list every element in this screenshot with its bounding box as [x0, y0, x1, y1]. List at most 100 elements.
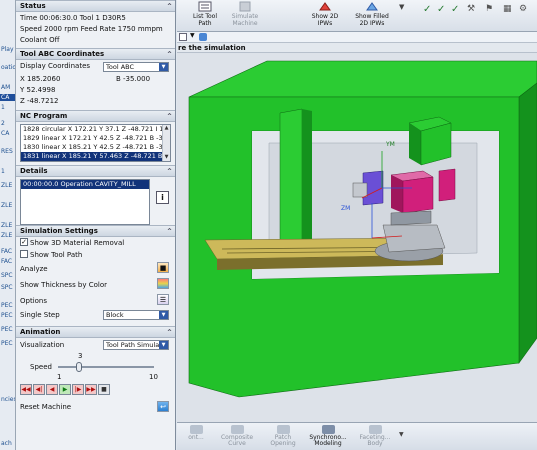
analyze-icon[interactable]: ■	[157, 262, 169, 273]
dropdown-icon[interactable]: ▼	[190, 32, 195, 39]
speed-slider-thumb[interactable]	[76, 362, 83, 372]
navigator-item[interactable]: 1	[1, 168, 5, 175]
navigator-item[interactable]: RES	[1, 148, 13, 155]
nc-program-line[interactable]: 1830 linear X 185.21 Y 42.5 Z -48.721 B …	[21, 143, 170, 152]
tool-abc-section-header[interactable]: Tool ABC Coordinates ^	[16, 48, 175, 60]
graphics-viewport[interactable]: YM ZM	[177, 53, 537, 422]
single-step-select[interactable]: Block ▼	[103, 310, 169, 320]
bottom-toolbar: ont... Composite Curve Patch Opening Syn…	[177, 422, 537, 450]
bottom-more-icon[interactable]: ▼	[399, 431, 404, 438]
navigator-item[interactable]: SPC	[1, 284, 13, 291]
navigator-item[interactable]: oatio	[1, 64, 15, 71]
scroll-up-icon[interactable]: ▲	[163, 125, 170, 132]
verify-icon[interactable]: ✓	[437, 4, 445, 15]
stop-button[interactable]: ■	[98, 384, 110, 395]
nc-program-line[interactable]: 1829 linear X 172.21 Y 42.5 Z -48.721 B …	[21, 134, 170, 143]
flag-icon[interactable]: ⚑	[485, 4, 493, 14]
chevron-down-icon: ▼	[159, 311, 168, 319]
bottom-item-4[interactable]: Faceting... Body	[353, 423, 397, 450]
skip-to-start-button[interactable]: ◀◀	[20, 384, 32, 395]
nc-program-section-header[interactable]: NC Program ^	[16, 110, 175, 122]
collapse-icon: ^	[166, 3, 172, 10]
navigator-item[interactable]: ZLE	[1, 232, 12, 239]
navigator-item[interactable]: ZLE	[1, 202, 12, 209]
list-tool-path-button[interactable]: List Tool Path	[189, 0, 221, 32]
navigator-item[interactable]: CA	[1, 130, 9, 137]
details-list[interactable]: 00:00:00.0 Operation CAVITY_MILL	[20, 179, 150, 225]
speed-track[interactable]	[58, 366, 154, 368]
collapse-icon: ^	[166, 228, 172, 235]
navigator-item[interactable]: ncies	[1, 396, 15, 403]
display-coordinates-select[interactable]: Tool ABC ▼	[103, 62, 169, 72]
navigator-strip: Play oatio AM CA 1 2 CA RES 1 ZLE ZLE ZLE ZLE FAC FAC S…	[0, 0, 16, 450]
bottom-item-0[interactable]: ont...	[181, 423, 211, 450]
visualization-select[interactable]: Tool Path Simulatio ▼	[103, 340, 169, 350]
speed-label: Speed	[30, 363, 52, 371]
ribbon-icon-group: ✓ ✓ ✓ ⚒ ⚑ ▦ ⚙	[419, 0, 537, 20]
nc-scrollbar[interactable]: ▲ ▼	[162, 125, 170, 161]
show-3d-label: Show 3D Material Removal	[30, 239, 125, 247]
show-3d-row[interactable]: ✓ Show 3D Material Removal	[16, 237, 175, 249]
navigator-item[interactable]: ach	[1, 440, 12, 447]
play-forward-button[interactable]: ▶	[59, 384, 71, 395]
verify-all-icon[interactable]: ✓	[451, 4, 459, 15]
navigator-item[interactable]: 1	[1, 104, 5, 111]
bottom-item-2[interactable]: Patch Opening	[263, 423, 303, 450]
info-button[interactable]: i	[156, 191, 169, 204]
navigator-item[interactable]: ZLE	[1, 222, 12, 229]
navigator-item[interactable]: PEC	[1, 302, 13, 309]
navigator-item[interactable]: Play	[1, 46, 14, 53]
simulate-machine-button[interactable]: Simulate Machine	[227, 0, 263, 32]
thickness-row: Show Thickness by Color	[16, 277, 175, 293]
play-reverse-button[interactable]: ◀	[46, 384, 58, 395]
bottom-item-3[interactable]: Synchrono... Modeling	[305, 423, 351, 450]
nc-program-line[interactable]: 1828 circular X 172.21 Y 37.1 Z -48.721 …	[21, 125, 170, 134]
thickness-color-icon[interactable]	[157, 278, 169, 289]
status-time: Time 00:06:30.0 Tool 1 D30R5	[20, 14, 126, 22]
tool-icon[interactable]: ⚒	[467, 4, 475, 14]
machine-scene	[188, 60, 537, 398]
status-section-header[interactable]: Status ^	[16, 0, 175, 12]
display-coordinates-row: Display Coordinates Tool ABC ▼	[16, 60, 175, 73]
navigator-item[interactable]: PEC	[1, 326, 13, 333]
nc-program-line[interactable]: 1831 linear X 185.21 Y 57.463 Z -48.721 …	[21, 152, 170, 161]
step-forward-button[interactable]: |▶	[72, 384, 84, 395]
nc-program-list[interactable]: 1828 circular X 172.21 Y 37.1 Z -48.721 …	[20, 124, 171, 162]
show-tool-path-checkbox[interactable]	[20, 250, 28, 258]
navigator-item[interactable]: PEC	[1, 312, 13, 319]
navigator-item[interactable]: CA	[0, 94, 15, 101]
speed-slider-row: 3 Speed 1 10	[16, 352, 175, 382]
ruler-icon[interactable]: ▦	[503, 4, 512, 14]
show-tool-path-row[interactable]: Show Tool Path	[16, 249, 175, 261]
ribbon-more-icon[interactable]: ▼	[399, 3, 404, 11]
navigator-item[interactable]: SPC	[1, 272, 13, 279]
snap-icon[interactable]	[199, 33, 207, 41]
nc-program-title: NC Program	[20, 112, 68, 120]
navigator-item[interactable]: 2	[1, 120, 5, 127]
show-filled-2d-ipws-button[interactable]: Show Filled 2D IPWs	[351, 0, 393, 32]
navigator-item[interactable]: FAC	[1, 258, 12, 265]
select-filter-icon[interactable]	[179, 33, 187, 41]
single-step-label: Single Step	[20, 311, 60, 319]
bottom-item-1[interactable]: Composite Curve	[217, 423, 257, 450]
skip-to-end-button[interactable]: ▶▶	[85, 384, 97, 395]
show-3d-checkbox[interactable]: ✓	[20, 238, 28, 246]
navigator-item[interactable]: AM	[1, 84, 10, 91]
reset-machine-button[interactable]: ↩	[157, 401, 169, 412]
show-tool-path-label: Show Tool Path	[30, 251, 83, 259]
display-coordinates-label: Display Coordinates	[20, 62, 91, 70]
scroll-down-icon[interactable]: ▼	[163, 154, 170, 161]
sim-settings-section-header[interactable]: Simulation Settings ^	[16, 225, 175, 237]
details-item[interactable]: 00:00:00.0 Operation CAVITY_MILL	[21, 180, 149, 189]
animation-section-header[interactable]: Animation ^	[16, 326, 175, 338]
details-section-header[interactable]: Details ^	[16, 165, 175, 177]
list-icon	[198, 1, 212, 12]
settings-icon[interactable]: ⚙	[519, 4, 527, 14]
show-2d-ipws-button[interactable]: Show 2D IPWs	[307, 0, 343, 32]
navigator-item[interactable]: ZLE	[1, 182, 12, 189]
navigator-item[interactable]: PEC	[1, 340, 13, 347]
step-back-button[interactable]: ◀|	[33, 384, 45, 395]
navigator-item[interactable]: FAC	[1, 248, 12, 255]
check-icon[interactable]: ✓	[423, 4, 431, 15]
options-icon[interactable]: ☰	[157, 294, 169, 305]
